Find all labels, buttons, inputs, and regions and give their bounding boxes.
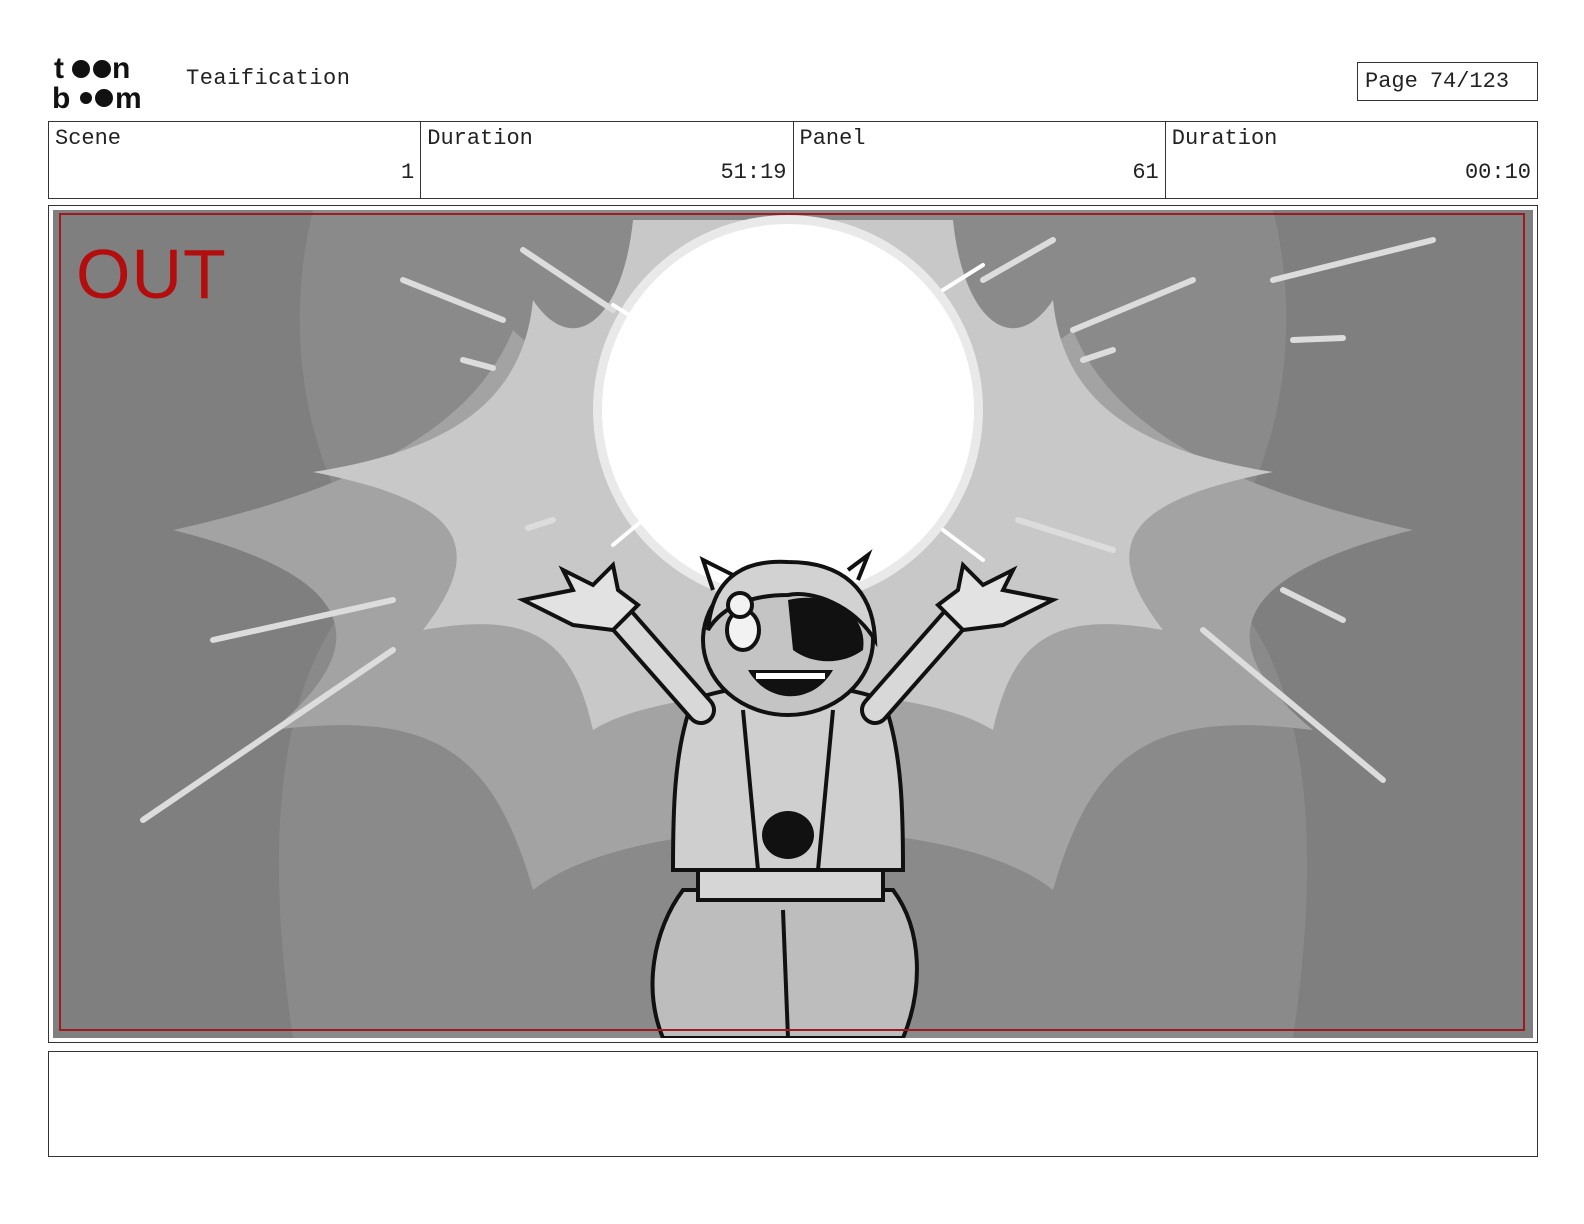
panel-duration-value: 00:10 xyxy=(1464,160,1531,185)
svg-text:m: m xyxy=(115,82,142,110)
svg-text:n: n xyxy=(112,52,130,85)
scene-label: Scene xyxy=(55,126,122,151)
panel-label: Panel xyxy=(799,126,866,151)
safe-frame-border xyxy=(59,213,1525,1031)
project-title: Teaification xyxy=(186,66,351,91)
scene-duration-cell: Duration 51:19 xyxy=(421,122,794,198)
page-indicator: Page 74/123 xyxy=(1357,62,1538,101)
svg-text:t: t xyxy=(54,52,64,85)
panel-cell: Panel 61 xyxy=(794,122,1166,198)
panel-duration-label: Duration xyxy=(1171,126,1278,151)
toonboom-logo: t n b m xyxy=(52,52,142,110)
panel-duration-cell: Duration 00:10 xyxy=(1166,122,1537,198)
storyboard-panel xyxy=(48,205,1538,1043)
scene-value: 1 xyxy=(401,160,415,185)
panel-notes-box[interactable] xyxy=(48,1051,1538,1157)
scene-duration-value: 51:19 xyxy=(720,160,787,185)
scene-cell: Scene 1 xyxy=(49,122,422,198)
camera-out-label: OUT xyxy=(76,235,227,313)
panel-value: 61 xyxy=(1132,160,1159,185)
page-number: 74/123 xyxy=(1429,69,1510,94)
svg-text:b: b xyxy=(52,82,70,110)
panel-info-table: Scene 1 Duration 51:19 Panel 61 Duration… xyxy=(48,121,1538,199)
scene-duration-label: Duration xyxy=(427,126,533,151)
page-label: Page xyxy=(1365,69,1418,94)
